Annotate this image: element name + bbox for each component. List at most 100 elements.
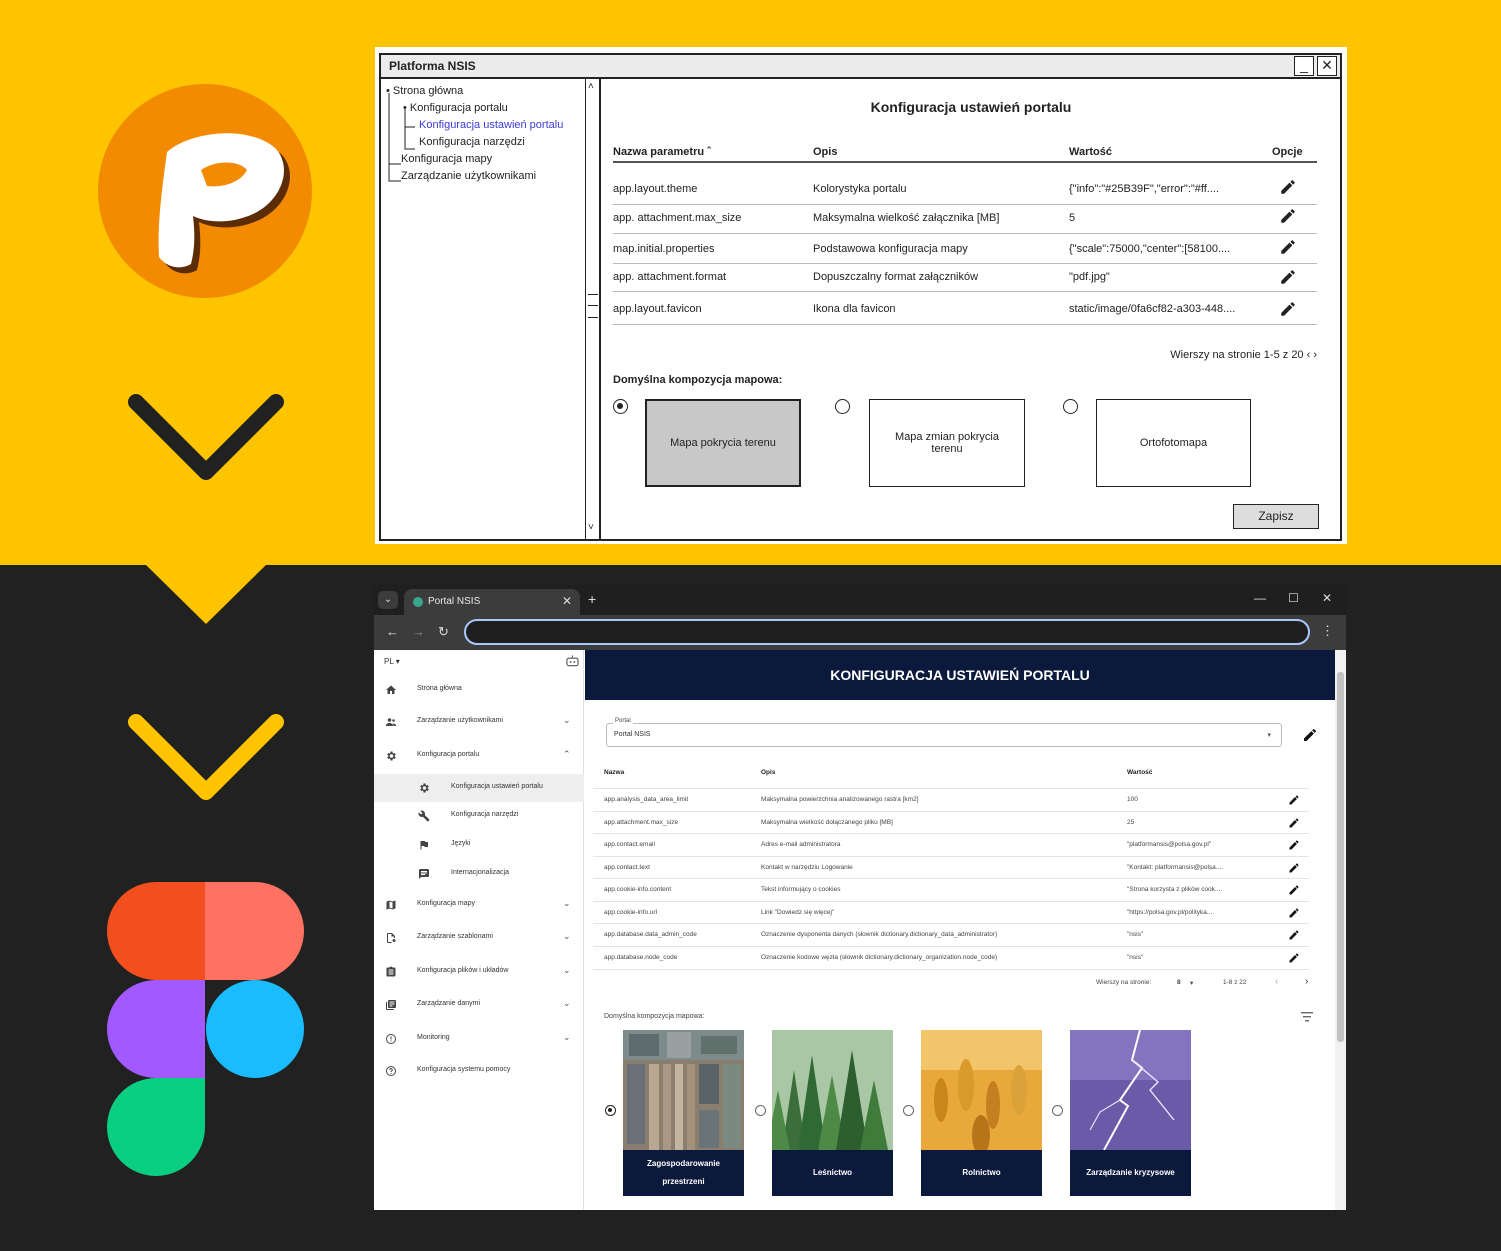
tree-item-map-config[interactable]: Konfiguracja mapy xyxy=(401,153,492,165)
browser-tab[interactable]: Portal NSIS ✕ xyxy=(404,589,580,615)
sidebar-item-portal-settings[interactable]: Konfiguracja ustawień portalu xyxy=(374,774,584,802)
edit-icon[interactable] xyxy=(1279,268,1297,286)
sidebar-item-users[interactable]: Zarządzanie użytkownikami ⌄ xyxy=(374,708,584,736)
edit-icon[interactable] xyxy=(1288,862,1300,874)
sidebar-item-data-management[interactable]: Zarządzanie danymi ⌄ xyxy=(374,991,584,1019)
sidebar-item-label: Zarządzanie danymi xyxy=(417,1000,481,1007)
data-icon xyxy=(386,1000,396,1010)
forward-button[interactable]: → xyxy=(412,624,425,639)
page-scrollbar[interactable] xyxy=(1335,650,1346,1210)
scroll-thumb[interactable] xyxy=(588,294,598,318)
tab-title: Portal NSIS xyxy=(428,596,481,607)
edit-icon[interactable] xyxy=(1279,238,1297,256)
minimize-button[interactable]: _ xyxy=(1294,56,1314,76)
row-value: "nsis" xyxy=(1127,931,1144,938)
edit-icon[interactable] xyxy=(1288,952,1300,964)
composition-radio[interactable] xyxy=(605,1105,616,1116)
composition-radio[interactable] xyxy=(613,399,628,414)
tree-item-portal-settings[interactable]: Konfiguracja ustawień portalu xyxy=(419,119,563,131)
tree-scrollbar[interactable]: ˄ ˅ xyxy=(585,79,601,539)
pagination[interactable]: Wierszy na stronie 1-5 z 20 ‹ › xyxy=(1170,349,1317,361)
edit-icon[interactable] xyxy=(1302,727,1318,743)
composition-card[interactable]: Mapa zmian pokrycia terenu xyxy=(869,399,1025,487)
new-tab-button[interactable]: + xyxy=(588,591,596,607)
reload-button[interactable]: ↻ xyxy=(438,624,449,640)
back-button[interactable]: ← xyxy=(386,624,399,639)
next-page-button[interactable]: › xyxy=(1305,976,1308,987)
edit-icon[interactable] xyxy=(1288,929,1300,941)
sidebar-item-languages[interactable]: Języki xyxy=(374,831,584,859)
window-minimize-button[interactable]: — xyxy=(1254,591,1266,605)
table-row[interactable]: app.attachment.max_size Maksymalna wielk… xyxy=(593,811,1309,834)
sidebar-item-monitoring[interactable]: Monitoring ⌄ xyxy=(374,1025,584,1053)
sidebar-item-home[interactable]: Strona główna xyxy=(374,676,584,704)
row-description: Adres e-mail administratora xyxy=(761,841,841,848)
sidebar-item-tools-config[interactable]: Konfiguracja narzędzi xyxy=(374,802,584,830)
table-row[interactable]: app.database.node_code Oznaczenie kodowe… xyxy=(593,946,1309,969)
scroll-up-icon[interactable]: ˄ xyxy=(588,81,594,92)
table-row[interactable]: app.analysis_data_area_limit Maksymalna … xyxy=(593,788,1309,811)
tree-item-user-management[interactable]: Zarządzanie użytkownikami xyxy=(401,170,536,182)
composition-card[interactable]: Zarządzanie kryzysowe xyxy=(1070,1030,1191,1196)
close-button[interactable]: ✕ xyxy=(1317,56,1337,76)
tree-item-portal-config[interactable]: • Konfiguracja portalu xyxy=(403,102,508,114)
scroll-thumb[interactable] xyxy=(1337,672,1344,1042)
scroll-down-icon[interactable]: ˅ xyxy=(588,522,594,533)
window-maximize-button[interactable]: ☐ xyxy=(1288,591,1299,605)
save-button[interactable]: Zapisz xyxy=(1233,504,1319,529)
composition-card[interactable]: Zagospodarowanie przestrzeni xyxy=(623,1030,744,1196)
table-row[interactable]: app.cookie-info.url Link "Dowiedz się wi… xyxy=(593,901,1309,924)
composition-card[interactable]: Rolnictwo xyxy=(921,1030,1042,1196)
composition-radio[interactable] xyxy=(1063,399,1078,414)
row-name: app.attachment.max_size xyxy=(604,819,679,826)
edit-icon[interactable] xyxy=(1279,300,1297,318)
portal-select-label: Portal xyxy=(613,718,633,724)
caret-down-icon[interactable]: ▾ xyxy=(1190,979,1193,987)
tree-item-home[interactable]: • Strona główna xyxy=(386,85,463,97)
tab-search-button[interactable]: ⌄ xyxy=(378,591,398,609)
tab-close-icon[interactable]: ✕ xyxy=(562,594,572,608)
sidebar-item-portal-config[interactable]: Konfiguracja portalu ⌃ xyxy=(374,742,584,770)
composition-radio[interactable] xyxy=(903,1105,914,1116)
portal-select[interactable]: Portal Portal NSIS ▾ xyxy=(606,718,1282,747)
composition-radio[interactable] xyxy=(835,399,850,414)
chevron-up-icon: ⌃ xyxy=(563,749,571,759)
window-close-button[interactable]: ✕ xyxy=(1322,591,1332,605)
column-header-name[interactable]: Nazwa xyxy=(604,769,624,776)
tree-item-tools-config[interactable]: Konfiguracja narzędzi xyxy=(419,136,525,148)
composition-radio[interactable] xyxy=(1052,1105,1063,1116)
edit-icon[interactable] xyxy=(1288,817,1300,829)
composition-card[interactable]: Mapa pokrycia terenu xyxy=(645,399,801,487)
edit-icon[interactable] xyxy=(1288,839,1300,851)
row-value: 100 xyxy=(1127,796,1138,803)
address-bar[interactable] xyxy=(464,619,1310,645)
edit-icon[interactable] xyxy=(1279,178,1297,196)
composition-radio[interactable] xyxy=(755,1105,766,1116)
edit-icon[interactable] xyxy=(1288,884,1300,896)
edit-icon[interactable] xyxy=(1288,907,1300,919)
previous-page-button[interactable]: ‹ xyxy=(1275,976,1278,987)
robot-icon[interactable] xyxy=(566,655,579,667)
sidebar-item-help-config[interactable]: Konfiguracja systemu pomocy xyxy=(374,1057,584,1085)
browser-menu-button[interactable]: ⋮ xyxy=(1321,623,1334,639)
column-header-value[interactable]: Wartość xyxy=(1127,769,1152,776)
table-row[interactable]: app.contact.email Adres e-mail administr… xyxy=(593,833,1309,856)
language-select[interactable]: PL ▾ xyxy=(384,657,400,666)
row-value: "Strona korzysta z plików cook.... xyxy=(1127,886,1223,893)
sidebar-item-map-config[interactable]: Konfiguracja mapy ⌄ xyxy=(374,891,584,919)
filter-icon[interactable] xyxy=(1301,1012,1313,1022)
composition-card[interactable]: Leśnictwo xyxy=(772,1030,893,1196)
sidebar-item-files-layouts[interactable]: Konfiguracja plików i układów ⌄ xyxy=(374,958,584,986)
table-row[interactable]: app.database.data_admin_code Oznaczenie … xyxy=(593,923,1309,946)
column-header-name[interactable]: Nazwa parametru ˆ xyxy=(613,146,711,158)
rows-per-page-select[interactable]: 8 xyxy=(1177,979,1181,986)
sidebar-item-templates[interactable]: Zarządzanie szablonami ⌄ xyxy=(374,924,584,952)
table-row[interactable]: app.contact.text Kontakt w narzędziu Log… xyxy=(593,856,1309,879)
sidebar-item-i18n[interactable]: Internacjonalizacja xyxy=(374,860,584,888)
edit-icon[interactable] xyxy=(1279,207,1297,225)
table-row[interactable]: app.cookie-info.content Tekst informując… xyxy=(593,878,1309,901)
composition-card[interactable]: Ortofotomapa xyxy=(1096,399,1251,487)
column-header-description[interactable]: Opis xyxy=(761,769,775,776)
chevron-down-icon: ⌄ xyxy=(563,998,571,1008)
edit-icon[interactable] xyxy=(1288,794,1300,806)
